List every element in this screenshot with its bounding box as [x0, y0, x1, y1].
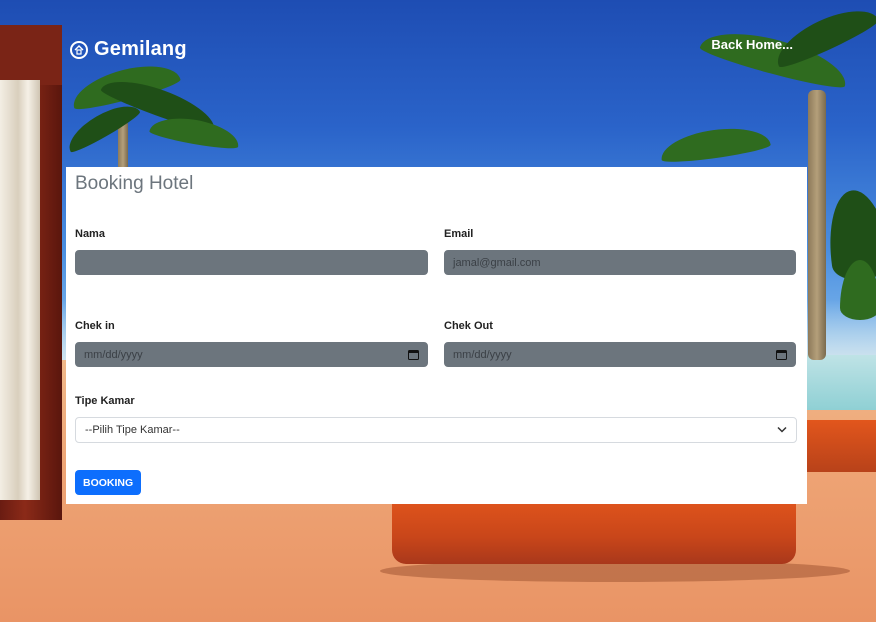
checkout-placeholder: mm/dd/yyyy — [453, 348, 512, 361]
nama-input[interactable] — [75, 250, 428, 275]
brand[interactable]: Gemilang — [70, 38, 187, 61]
calendar-icon[interactable] — [776, 349, 787, 360]
tipe-kamar-select[interactable]: --Pilih Tipe Kamar-- — [75, 417, 797, 443]
checkin-date-input[interactable]: mm/dd/yyyy — [75, 342, 428, 367]
calendar-icon[interactable] — [408, 349, 419, 360]
email-label: Email — [444, 228, 474, 240]
booking-button[interactable]: BOOKING — [75, 470, 142, 495]
tipe-kamar-selected: --Pilih Tipe Kamar-- — [85, 424, 180, 436]
email-placeholder: jamal@gmail.com — [453, 256, 541, 269]
nama-label: Nama — [75, 228, 105, 240]
back-home-link[interactable]: Back Home... — [711, 37, 793, 52]
checkin-label: Chek in — [75, 320, 115, 332]
checkin-placeholder: mm/dd/yyyy — [84, 348, 143, 361]
checkout-label: Chek Out — [444, 320, 493, 332]
checkout-date-input[interactable]: mm/dd/yyyy — [444, 342, 796, 367]
email-input[interactable]: jamal@gmail.com — [444, 250, 796, 275]
booking-form-card: Booking Hotel Nama Email jamal@gmail.com… — [66, 167, 807, 504]
chevron-down-icon — [777, 424, 787, 436]
brand-name: Gemilang — [94, 38, 187, 60]
form-title: Booking Hotel — [75, 173, 194, 194]
building-icon — [70, 40, 88, 59]
tipe-kamar-label: Tipe Kamar — [75, 395, 135, 407]
